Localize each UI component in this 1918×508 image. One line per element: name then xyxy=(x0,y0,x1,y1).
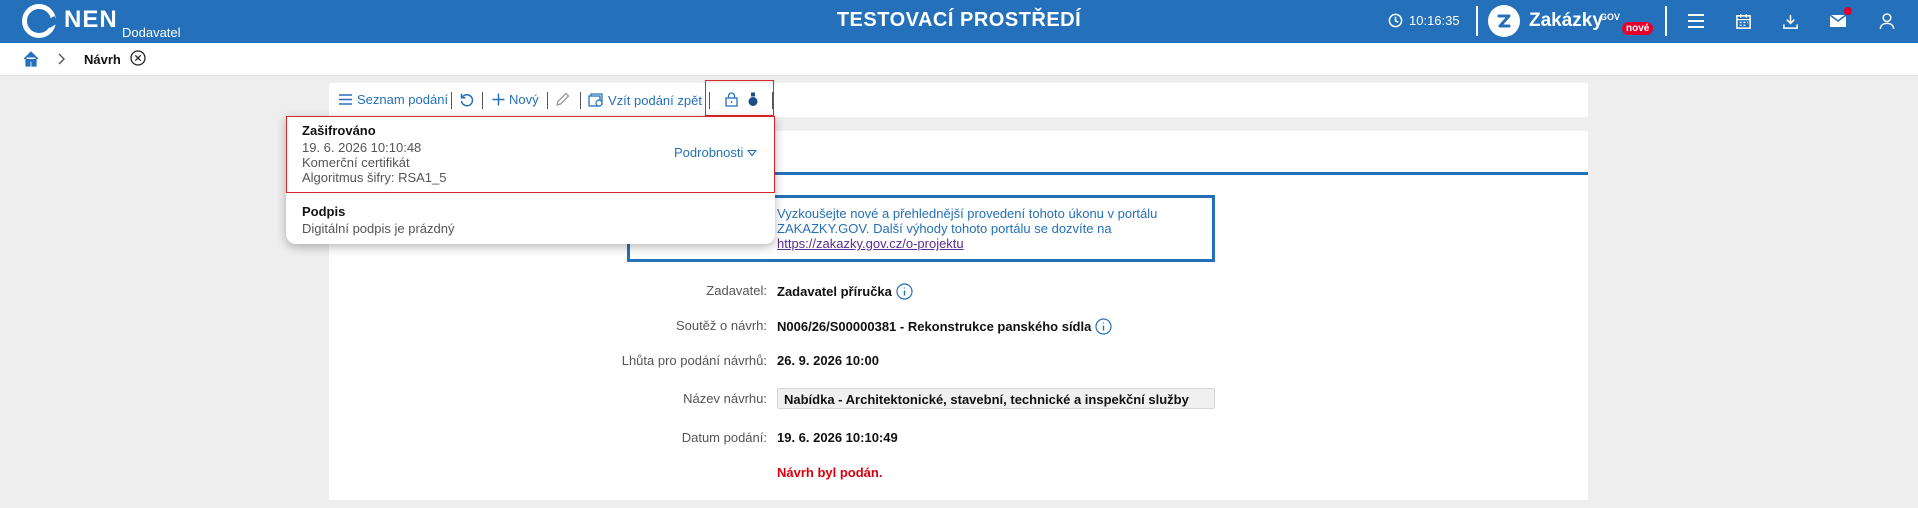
toolbar-divider xyxy=(451,92,452,109)
mail-icon[interactable] xyxy=(1828,7,1852,31)
refresh-button[interactable] xyxy=(459,92,479,108)
take-back-label: Vzít podání zpět xyxy=(608,92,702,108)
contracting-authority-value: Zadavatel příručka xyxy=(777,283,913,300)
zakazky-portal-link[interactable]: Zakázky GOV nové xyxy=(1488,5,1654,37)
clock-icon xyxy=(1388,13,1403,28)
portal-name: Zakázky xyxy=(1529,10,1603,31)
chevron-down-icon xyxy=(747,149,758,156)
list-submissions-label: Seznam podání xyxy=(357,92,449,107)
list-submissions-button[interactable]: Seznam podání xyxy=(338,92,448,107)
plus-icon xyxy=(492,93,505,106)
refresh-icon xyxy=(460,93,474,107)
breadcrumb-current: Návrh xyxy=(84,52,121,67)
close-tab-icon[interactable] xyxy=(130,50,146,69)
contracting-authority-label: Zadavatel: xyxy=(706,283,767,298)
divider xyxy=(1665,6,1667,36)
proposal-name-label: Název návrhu: xyxy=(683,391,767,406)
toolbar-divider xyxy=(482,92,483,109)
toolbar-divider xyxy=(547,92,548,109)
competition-text: N006/26/S00000381 - Rekonstrukce panskéh… xyxy=(777,319,1092,334)
submission-status: Návrh byl podán. xyxy=(777,465,883,480)
competition-label: Soutěž o návrh: xyxy=(675,318,767,333)
user-icon[interactable] xyxy=(1877,11,1897,31)
toolbar-divider xyxy=(580,92,581,109)
pencil-icon xyxy=(556,92,570,106)
signature-title: Podpis xyxy=(302,204,346,219)
contracting-authority-text: Zadavatel příručka xyxy=(777,284,892,299)
zakazky-logo-icon xyxy=(1488,5,1520,37)
deadline-value: 26. 9. 2026 10:00 xyxy=(777,353,879,368)
signature-status: Digitální podpis je prázdný xyxy=(302,221,455,236)
home-icon[interactable] xyxy=(22,50,40,71)
submission-date-label: Datum podání: xyxy=(681,430,767,445)
portal-notice-text: Vyzkoušejte nové a přehlednější proveden… xyxy=(777,206,1197,251)
info-icon[interactable] xyxy=(896,283,913,300)
portal-notice-line2: ZAKAZKY.GOV. Další výhody tohoto portálu… xyxy=(777,221,1112,236)
new-label: Nový xyxy=(509,92,539,107)
list-icon xyxy=(339,94,352,105)
edit-button[interactable] xyxy=(555,92,574,107)
clock-time: 10:16:35 xyxy=(1409,13,1460,28)
notification-dot xyxy=(1844,7,1852,15)
portal-gov: GOV xyxy=(1600,12,1621,22)
top-bar: NEN Dodavatel TESTOVACÍ PROSTŘEDÍ 10:16:… xyxy=(0,0,1918,43)
encryption-status-highlight xyxy=(705,80,774,116)
info-icon[interactable] xyxy=(1095,318,1112,335)
deadline-label: Lhůta pro podání návrhů: xyxy=(621,353,767,368)
details-label: Podrobnosti xyxy=(674,145,744,160)
calendar-icon[interactable] xyxy=(1733,11,1753,31)
new-badge: nové xyxy=(1622,22,1654,35)
download-icon[interactable] xyxy=(1780,11,1800,31)
breadcrumb: Návrh xyxy=(0,43,1918,76)
chevron-right-icon xyxy=(58,53,66,68)
competition-value: N006/26/S00000381 - Rekonstrukce panskéh… xyxy=(777,318,1112,335)
new-button[interactable]: Nový xyxy=(492,92,539,107)
submission-date-value: 19. 6. 2026 10:10:49 xyxy=(777,430,898,445)
divider xyxy=(1476,6,1478,36)
portal-notice-link[interactable]: https://zakazky.gov.cz/o-projektu xyxy=(777,236,1197,251)
toolbar: Seznam podání Nový Vzít podání zpět xyxy=(329,83,1588,117)
portal-notice-line1: Vyzkoušejte nové a přehlednější proveden… xyxy=(777,206,1158,221)
session-clock: 10:16:35 xyxy=(1388,13,1460,28)
take-back-icon xyxy=(588,93,603,107)
take-back-submission-button[interactable]: Vzít podání zpět xyxy=(588,92,702,108)
menu-icon[interactable] xyxy=(1686,11,1706,31)
proposal-name-field[interactable]: Nabídka - Architektonické, stavební, tec… xyxy=(777,388,1215,409)
details-toggle[interactable]: Podrobnosti xyxy=(674,145,758,160)
